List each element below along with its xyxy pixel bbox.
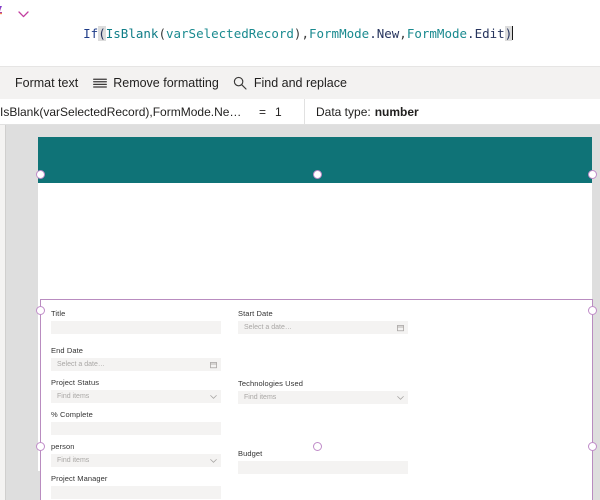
formula-token: IsBlank (105, 26, 159, 41)
find-and-replace-label: Find and replace (253, 76, 347, 90)
form-field: Budget (238, 448, 408, 474)
lines-formatting-icon (92, 76, 107, 91)
form-field-input[interactable] (51, 422, 221, 435)
formula-result-bar: IsBlank(varSelectedRecord),FormMode.New,… (0, 98, 600, 125)
form-field: Title (51, 308, 221, 334)
power-apps-fx-icon (0, 6, 9, 23)
formula-token: ( (98, 26, 106, 41)
calendar-icon[interactable] (397, 324, 404, 331)
chevron-down-icon[interactable] (210, 457, 217, 464)
chevron-down-icon[interactable] (397, 394, 404, 401)
data-type-section: Data type: number (305, 105, 419, 119)
form-field: Project Status Find items (51, 377, 221, 403)
selection-handle-middle-left[interactable] (36, 306, 45, 315)
form-field-label: Project Manager (51, 474, 108, 483)
formula-preview-text: IsBlank(varSelectedRecord),FormMode.New,… (0, 104, 245, 119)
formula-token: varSelectedRecord (165, 26, 294, 41)
formula-token: , (301, 26, 309, 41)
selection-handle-middle-right[interactable] (588, 306, 597, 315)
form-field-label: Title (51, 309, 66, 318)
search-icon (233, 76, 248, 91)
form-field-input[interactable] (51, 321, 221, 334)
formula-bar[interactable]: If(IsBlank(varSelectedRecord),FormMode.N… (0, 0, 600, 66)
power-apps-studio-formula-panel: If(IsBlank(varSelectedRecord),FormMode.N… (0, 0, 600, 500)
formula-bar-expand-chevron-down-icon[interactable] (14, 6, 32, 23)
formula-token: ) (504, 26, 513, 41)
canvas-left-rail (0, 125, 6, 500)
selection-handle-top-left[interactable] (36, 170, 45, 179)
form-field-placeholder: Find items (244, 394, 277, 401)
form-field-placeholder: Select a date… (57, 361, 105, 368)
formula-token: ( (158, 26, 166, 41)
form-field-label: person (51, 442, 75, 451)
form-field: person Find items (51, 441, 221, 467)
form-field-input[interactable]: Select a date… (238, 321, 408, 334)
calendar-icon[interactable] (210, 361, 217, 368)
formula-token: If (83, 26, 99, 41)
formula-toolbar: Format text Remove formatting Find and r… (0, 66, 600, 99)
remove-formatting-button[interactable]: Remove formatting (85, 71, 226, 96)
text-caret (512, 26, 514, 40)
selection-handle-bottom-left[interactable] (36, 442, 45, 451)
form-field-placeholder: Find items (57, 393, 90, 400)
formula-token: FormMode (308, 26, 370, 41)
form-field-label: Start Date (238, 309, 273, 318)
result-value: 1 (275, 104, 282, 119)
edit-form-fields: Title End Date Select a date… Project Statu… (41, 300, 592, 500)
form-field-input[interactable]: Select a date… (51, 358, 221, 371)
selection-handle-top-right[interactable] (588, 170, 597, 179)
form-field-input[interactable]: Find items (238, 391, 408, 404)
form-field: Start Date Select a date… (238, 308, 408, 334)
edit-form-control[interactable]: Title End Date Select a date… Project Statu… (40, 299, 593, 500)
formula-result-section: IsBlank(varSelectedRecord),FormMode.New,… (0, 98, 305, 125)
formula-token: , (399, 26, 407, 41)
formula-input[interactable]: If(IsBlank(varSelectedRecord),FormMode.N… (38, 5, 596, 62)
form-field-label: End Date (51, 346, 84, 355)
form-field-input[interactable] (51, 486, 221, 499)
chevron-down-icon[interactable] (210, 393, 217, 400)
form-field-label: % Complete (51, 410, 93, 419)
form-field: End Date Select a date… (51, 345, 221, 371)
formula-token: .New (369, 26, 400, 41)
find-and-replace-button[interactable]: Find and replace (226, 71, 354, 96)
formula-token: .Edit (467, 26, 505, 41)
form-field-label: Technologies Used (238, 379, 304, 388)
form-field-input[interactable]: Find items (51, 390, 221, 403)
remove-formatting-label: Remove formatting (113, 76, 219, 90)
form-field-placeholder: Find items (57, 457, 90, 464)
form-field-input[interactable]: Find items (51, 454, 221, 467)
format-text-button[interactable]: Format text (8, 71, 85, 96)
selection-handle-bottom-right[interactable] (588, 442, 597, 451)
form-field-placeholder: Select a date… (244, 324, 292, 331)
form-column-left: Title End Date Select a date… Project Statu… (51, 308, 221, 500)
data-type-value: number (374, 104, 419, 119)
form-column-right: Start Date Select a date… Technologies Use… (238, 308, 408, 474)
formula-token: FormMode (406, 26, 468, 41)
form-field: % Complete (51, 409, 221, 435)
form-field: Technologies Used Find items (238, 378, 408, 404)
form-field: Project Manager (51, 473, 221, 499)
selection-handle-top-center[interactable] (313, 170, 322, 179)
equals-sign: = (259, 104, 267, 119)
selection-handle-bottom-center[interactable] (313, 442, 322, 451)
form-field-label: Project Status (51, 378, 100, 387)
data-type-label: Data type: (316, 104, 371, 119)
format-text-label: Format text (15, 76, 79, 90)
app-canvas[interactable]: Title End Date Select a date… Project Statu… (0, 125, 600, 500)
form-field-input[interactable] (238, 461, 408, 474)
form-field-label: Budget (238, 449, 263, 458)
